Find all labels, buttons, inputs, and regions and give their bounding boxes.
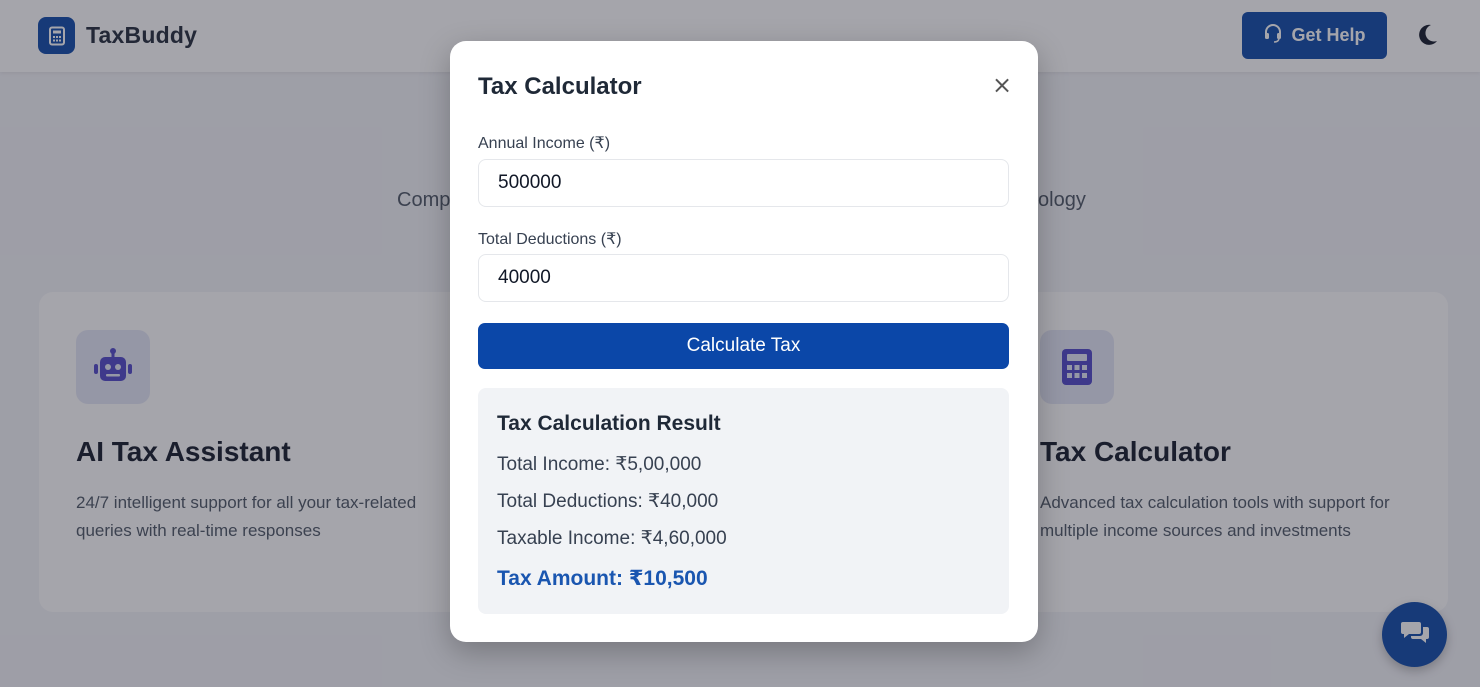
annual-income-input[interactable] [478,159,1009,207]
result-total-income: Total Income: ₹5,00,000 [497,454,702,475]
result-title: Tax Calculation Result [497,412,721,435]
result-total-deductions: Total Deductions: ₹40,000 [497,491,719,512]
total-deductions-label: Total Deductions (₹) [478,231,622,248]
result-tax-amount: Tax Amount: ₹10,500 [497,567,708,590]
total-deductions-input[interactable] [478,254,1009,302]
modal-title: Tax Calculator [478,73,642,100]
tax-result-panel: Tax Calculation Result Total Income: ₹5,… [478,388,1009,614]
annual-income-label: Annual Income (₹) [478,135,611,152]
tax-calculator-modal: Tax Calculator × Annual Income (₹) Total… [450,41,1038,642]
result-taxable-income: Taxable Income: ₹4,60,000 [497,528,727,549]
calculate-tax-button[interactable]: Calculate Tax [478,323,1009,369]
close-icon[interactable]: × [988,71,1016,99]
